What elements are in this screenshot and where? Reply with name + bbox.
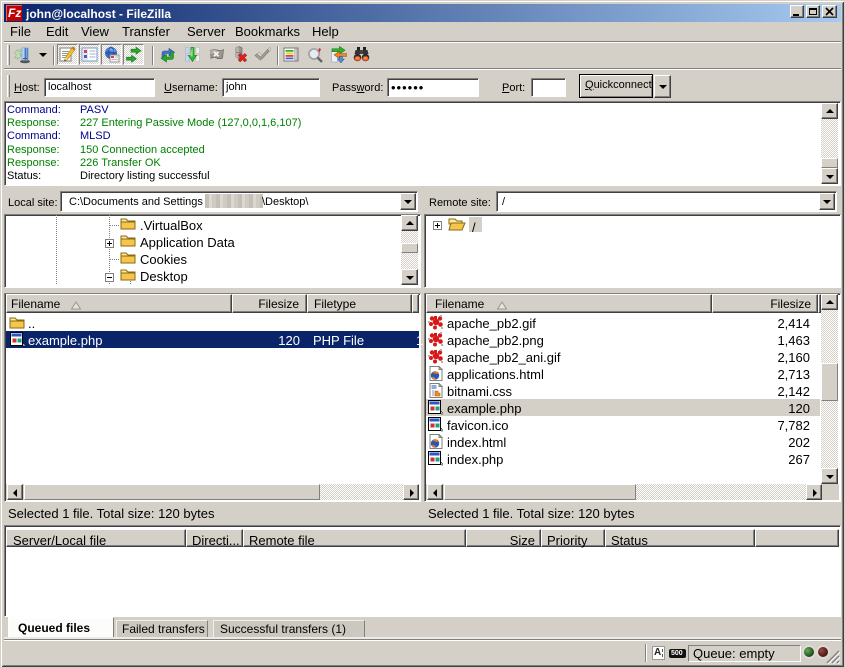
svg-text:Fz: Fz [8,6,21,20]
